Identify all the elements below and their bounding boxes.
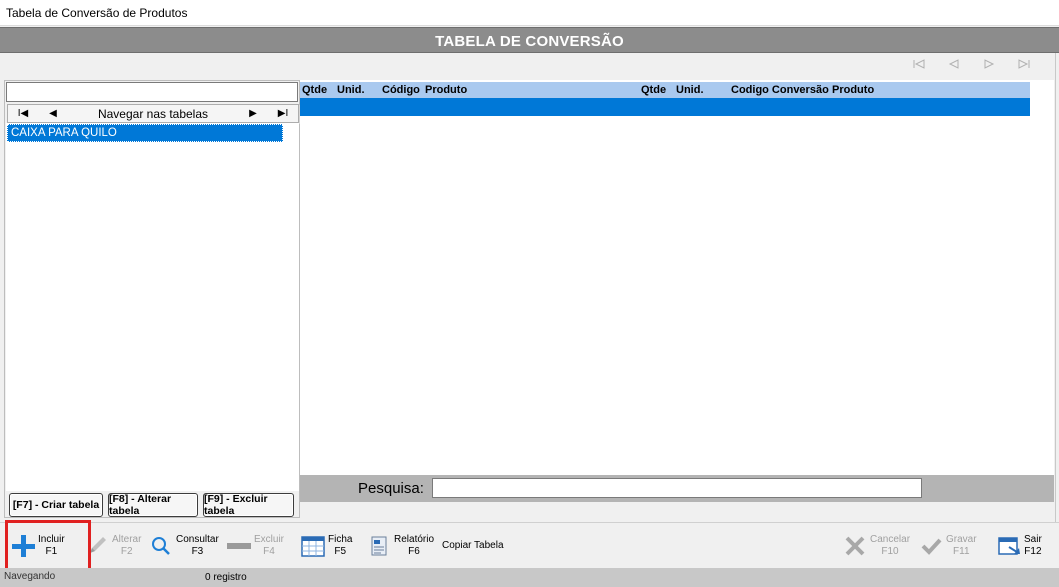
copy-table-label: Copiar Tabela [442,540,504,551]
cancel-label: Cancelar [870,534,911,545]
grid-header: Qtde Unid. Código Produto Qtde Unid. Cod… [300,82,1030,98]
exit-button[interactable]: Sair F12 [996,523,1042,569]
search-label: Pesquisa: [358,480,424,497]
table-navigator: I◀ ◀ Navegar nas tabelas ▶ ▶I [7,104,299,123]
col-header-codigo-conversao[interactable]: Codigo Conversão [731,84,829,96]
col-header-produto[interactable]: Produto [425,84,467,96]
action-toolbar: Incluir F1 Alterar F2 Consultar F3 Excluir F… [0,522,1059,568]
edit-table-button[interactable]: [F8] - Alterar tabela [108,493,198,517]
col-header-produto-conv[interactable]: Produto [832,84,874,96]
consult-button[interactable]: Consultar F3 [148,523,219,569]
search-icon [148,533,174,559]
save-button[interactable]: Gravar F11 [918,523,977,569]
tables-panel: I◀ ◀ Navegar nas tabelas ▶ ▶I CAIXA PARA… [4,80,300,518]
report-key: F6 [408,546,420,557]
navigator-label: Navegar nas tabelas [97,106,209,121]
window-title: Tabela de Conversão de Produtos [6,6,188,20]
alter-key: F2 [120,546,133,557]
table-actions: [F7] - Criar tabela [F8] - Alterar tabel… [9,493,299,517]
last-record-icon [1018,59,1029,69]
status-mode: Navegando [4,571,56,582]
save-label: Gravar [946,534,977,545]
status-bar: Navegando 0 registro [0,568,1059,587]
record-last-button[interactable] [1006,56,1041,72]
delete-label: Excluir [254,534,285,545]
cancel-key: F10 [881,546,899,557]
exit-key: F12 [1024,546,1042,557]
col-header-unid[interactable]: Unid. [337,84,365,96]
exit-label: Sair [1024,534,1042,545]
table-filter-input[interactable] [6,82,298,102]
nav-prev-button[interactable]: ◀ [38,105,68,122]
prev-record-icon [948,59,958,69]
table-row[interactable] [300,98,1030,116]
save-key: F11 [953,546,970,557]
list-item[interactable]: CAIXA PARA QUILO [7,124,283,142]
minus-icon [226,533,252,559]
delete-table-button[interactable]: [F9] - Excluir tabela [203,493,294,517]
sheet-label: Ficha [328,534,353,545]
calendar-icon [300,533,326,559]
nav-last-button[interactable]: ▶I [268,105,298,122]
page-title: TABELA DE CONVERSÃO [435,33,624,50]
consult-key: F3 [191,546,204,557]
record-first-button[interactable] [901,56,936,72]
record-prev-button[interactable] [936,56,971,72]
nav-next-button[interactable]: ▶ [238,105,268,122]
record-count: 0 registro [205,572,247,583]
delete-key: F4 [263,546,275,557]
search-bar: Pesquisa: [300,475,1054,502]
col-header-qtde[interactable]: Qtde [302,84,327,96]
search-input[interactable] [432,478,922,498]
tables-list[interactable]: CAIXA PARA QUILO [6,123,299,491]
checkmark-icon [918,533,944,559]
report-label: Relatório [394,534,435,545]
app-window: Tabela de Conversão de Produtos TABELA D… [0,0,1059,587]
copy-table-button[interactable]: Copiar Tabela [442,523,504,569]
first-record-icon [913,59,924,69]
exit-icon [996,533,1022,559]
col-header-qtde-conv[interactable]: Qtde [641,84,666,96]
next-record-icon [984,59,994,69]
report-icon [366,533,392,559]
sheet-button[interactable]: Ficha F5 [300,523,352,569]
right-border [1055,53,1056,523]
alter-button[interactable]: Alterar F2 [84,523,141,569]
report-button[interactable]: Relatório F6 [366,523,434,569]
cancel-button[interactable]: Cancelar F10 [842,523,910,569]
record-next-button[interactable] [971,56,1006,72]
alter-label: Alterar [112,534,142,545]
delete-button[interactable]: Excluir F4 [226,523,284,569]
col-header-codigo[interactable]: Código [382,84,420,96]
page-header: TABELA DE CONVERSÃO [0,27,1059,53]
col-header-unid-conv[interactable]: Unid. [676,84,704,96]
consult-label: Consultar [176,534,219,545]
window-titlebar: Tabela de Conversão de Produtos [0,0,1059,26]
record-navigator [901,56,1041,72]
conversion-grid[interactable]: Qtde Unid. Código Produto Qtde Unid. Cod… [300,80,1054,475]
create-table-button[interactable]: [F7] - Criar tabela [9,493,103,517]
close-icon [842,533,868,559]
nav-first-button[interactable]: I◀ [8,105,38,122]
sheet-key: F5 [334,546,347,557]
